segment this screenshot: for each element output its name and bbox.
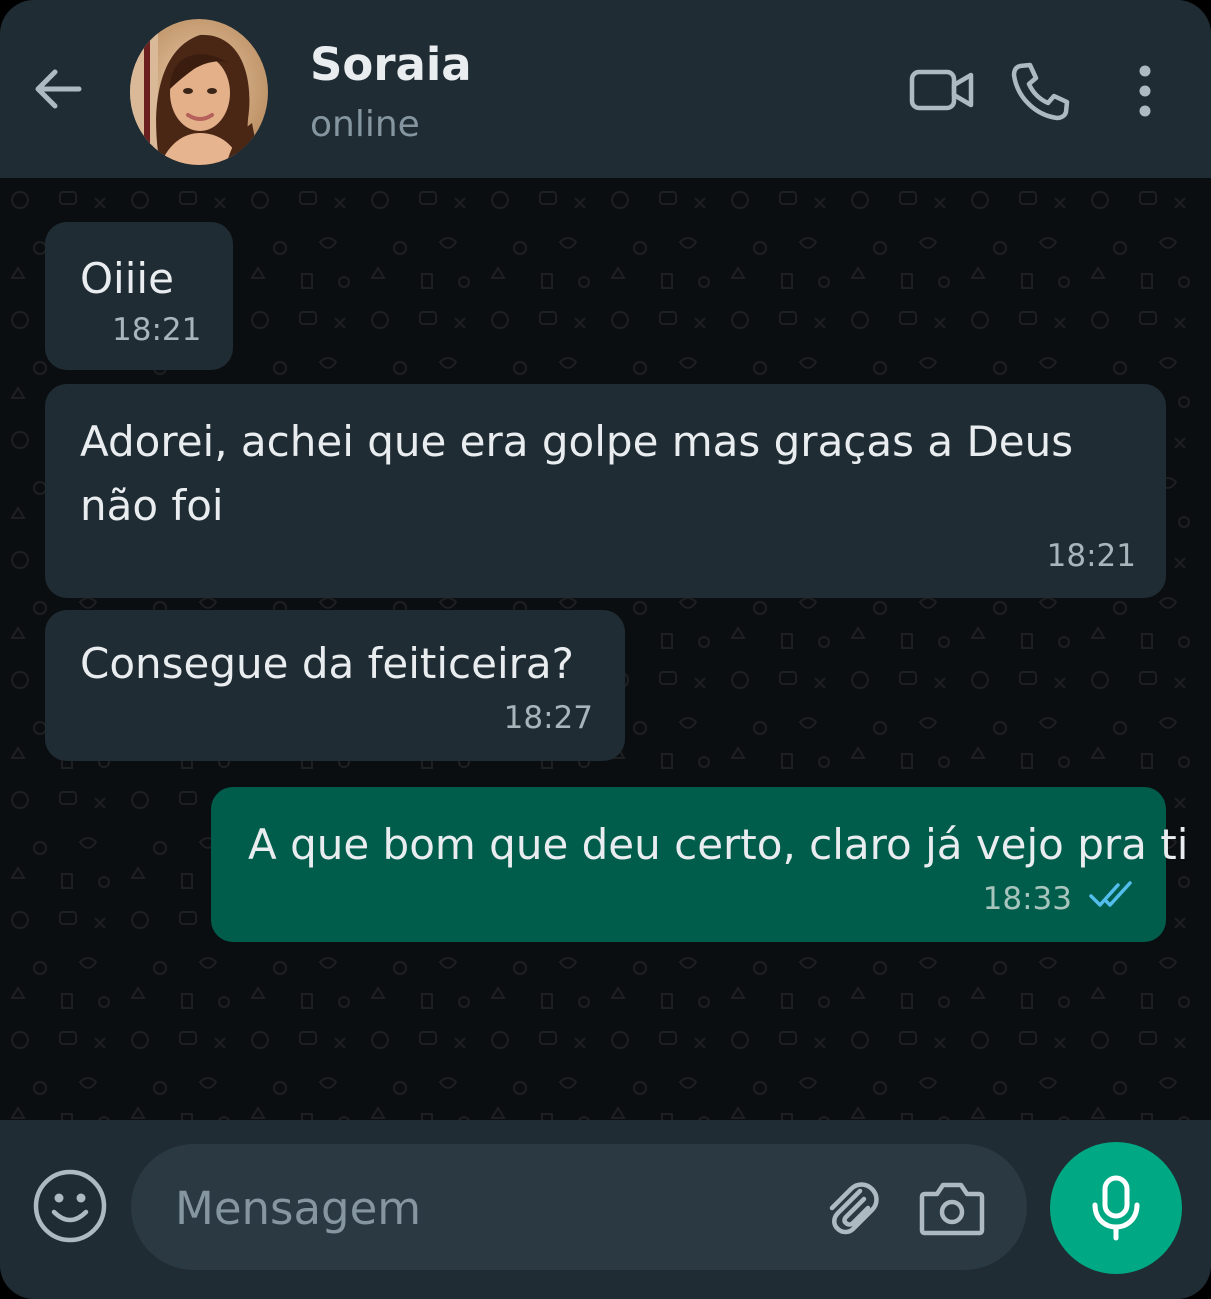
message-bubble-incoming[interactable]: Oiiie 18:21 [45,222,233,370]
arrow-left-icon [35,69,82,109]
camera-button[interactable] [915,1174,989,1242]
paperclip-icon [829,1182,879,1235]
message-text: Adorei, achei que era golpe mas graças a… [80,417,1074,530]
message-time: 18:33 [982,881,1072,917]
voice-message-button[interactable] [1050,1142,1182,1274]
emoji-button[interactable] [30,1166,110,1246]
message-bubble-incoming[interactable]: Consegue da feiticeira? 18:27 [45,610,625,761]
composer-bar [0,1120,1211,1299]
message-list[interactable]: Oiiie 18:21 Adorei, achei que era golpe … [0,178,1211,1120]
more-vertical-icon [1139,65,1151,117]
message-time: 18:21 [1046,538,1136,574]
chat-header: Soraia online [0,0,1211,178]
message-text: A que bom que deu certo, claro já vejo p… [248,820,1189,869]
chat-screen: Soraia online Oiiie 18:21 Adorei, achei … [0,0,1211,1299]
message-time: 18:27 [503,700,593,736]
message-bubble-incoming[interactable]: Adorei, achei que era golpe mas graças a… [45,384,1166,598]
camera-icon [919,1182,985,1236]
avatar[interactable] [130,19,268,165]
more-options-button[interactable] [1122,60,1168,122]
message-text: Consegue da feiticeira? [80,639,574,688]
message-input[interactable] [173,1172,777,1244]
video-camera-icon [909,69,974,111]
contact-name[interactable]: Soraia [310,38,472,91]
phone-icon [1011,62,1070,121]
microphone-icon [1092,1175,1140,1241]
video-call-button[interactable] [906,62,978,118]
attach-button[interactable] [817,1174,885,1242]
emoji-smile-icon [33,1169,107,1243]
contact-status: online [310,104,420,145]
message-text: Oiiie [80,254,174,303]
back-button[interactable] [26,58,88,120]
message-bubble-outgoing[interactable]: A que bom que deu certo, claro já vejo p… [211,787,1188,942]
message-time: 18:21 [112,312,202,348]
message-input-container [131,1144,1027,1270]
double-check-icon [1089,881,1132,907]
voice-call-button[interactable] [1006,56,1076,126]
